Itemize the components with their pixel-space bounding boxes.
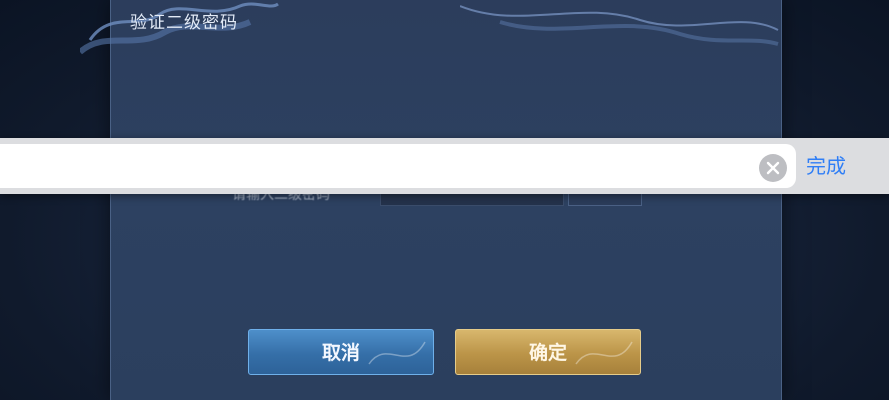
dialog-title: 验证二级密码 [130, 13, 238, 33]
cancel-button[interactable]: 取消 [248, 329, 434, 375]
clear-icon[interactable] [759, 154, 787, 182]
done-button[interactable]: 完成 [806, 152, 866, 180]
swirl-ornament-icon [575, 341, 633, 365]
keyboard-input-bar: 完成 [0, 138, 889, 194]
cancel-button-label: 取消 [321, 342, 360, 364]
swirl-ornament-icon [368, 341, 426, 365]
confirm-button[interactable]: 确定 [455, 329, 641, 375]
text-input[interactable] [0, 144, 796, 188]
confirm-button-label: 确定 [528, 342, 567, 364]
